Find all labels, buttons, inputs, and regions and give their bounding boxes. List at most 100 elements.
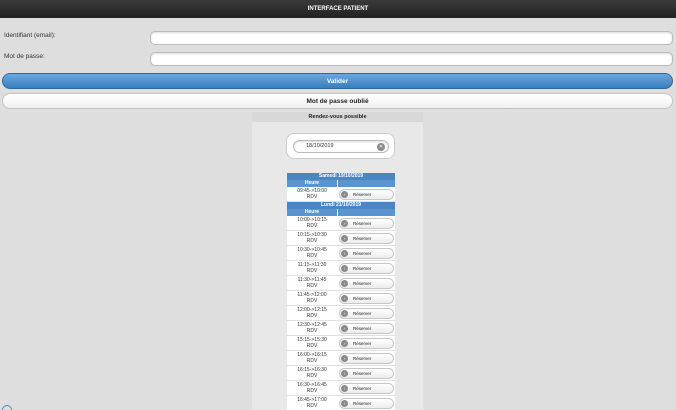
slot-action: › Réserver	[337, 396, 395, 410]
reserve-button[interactable]: › Réserver	[339, 382, 394, 394]
chevron-circle-icon: ›	[341, 399, 348, 407]
slot-action: › Réserver	[337, 336, 395, 350]
slot-row: 10:15->10:30 RDV › Réserver	[287, 231, 395, 246]
slot-row: 16:15->16:30 RDV › Réserver	[287, 366, 395, 381]
slot-status: RDV	[306, 313, 318, 319]
appointments-title: Rendez-vous possible	[252, 112, 423, 122]
password-field[interactable]	[150, 52, 673, 66]
slot-time: 11:45->12:00 RDV	[287, 291, 337, 305]
slot-time: 12:30->12:45 RDV	[287, 321, 337, 335]
chevron-circle-icon: ›	[341, 339, 348, 347]
chevron-circle-icon: ›	[341, 264, 348, 272]
slot-row: 09:45->10:00 RDV › Réserver	[287, 187, 395, 202]
slot-action: › Réserver	[337, 366, 395, 380]
reserve-button[interactable]: › Réserver	[339, 307, 394, 319]
chevron-circle-icon: ›	[341, 354, 348, 362]
slot-row: 11:15->11:30 RDV › Réserver	[287, 261, 395, 276]
slot-action: › Réserver	[337, 276, 395, 290]
slots-table: Samedi 19/10/2019 Heure 09:45->10:00 RDV › Ré…	[287, 173, 395, 410]
slot-status: RDV	[306, 388, 318, 394]
chevron-circle-icon: ›	[341, 279, 348, 287]
reserve-button[interactable]: › Réserver	[339, 217, 394, 229]
slot-status: RDV	[306, 358, 318, 364]
slot-action: › Réserver	[337, 246, 395, 260]
slot-status: RDV	[306, 373, 318, 379]
action-column-header	[337, 180, 395, 187]
slot-row: 11:45->12:00 RDV › Réserver	[287, 291, 395, 306]
slot-time: 12:00->12:15 RDV	[287, 306, 337, 320]
slot-status: RDV	[306, 328, 318, 334]
slot-time: 10:30->10:45 RDV	[287, 246, 337, 260]
action-column-header	[337, 209, 395, 216]
slot-action: › Réserver	[337, 351, 395, 365]
slot-time: 10:15->10:30 RDV	[287, 231, 337, 245]
reserve-button[interactable]: › Réserver	[339, 292, 394, 304]
slot-row: 10:00->10:15 RDV › Réserver	[287, 216, 395, 231]
slot-action: › Réserver	[337, 291, 395, 305]
slot-row: 15:15->15:30 RDV › Réserver	[287, 336, 395, 351]
forgot-password-button[interactable]: Mot de passe oublié	[2, 93, 673, 109]
reserve-label: Réserver	[353, 191, 372, 197]
slot-status: RDV	[306, 194, 318, 200]
slot-time: 15:15->15:30 RDV	[287, 336, 337, 350]
reserve-label: Réserver	[353, 325, 372, 331]
slot-row: 10:30->10:45 RDV › Réserver	[287, 246, 395, 261]
reserve-label: Réserver	[353, 295, 372, 301]
email-label: Identifiant (email):	[4, 32, 56, 39]
chevron-circle-icon: ›	[341, 294, 348, 302]
hour-column-header: Heure	[287, 209, 337, 216]
reserve-label: Réserver	[353, 235, 372, 241]
reserve-button[interactable]: › Réserver	[339, 367, 394, 379]
reserve-label: Réserver	[353, 310, 372, 316]
validate-button[interactable]: Valider	[2, 73, 673, 89]
page-title-bar: INTERFACE PATIENT	[0, 0, 676, 18]
bottom-circle-icon[interactable]	[2, 405, 12, 410]
chevron-circle-icon: ›	[341, 369, 348, 377]
reserve-button[interactable]: › Réserver	[339, 397, 394, 409]
slot-row: 11:30->11:45 RDV › Réserver	[287, 276, 395, 291]
email-field[interactable]	[150, 31, 673, 45]
reserve-label: Réserver	[353, 220, 372, 226]
slot-action: › Réserver	[337, 381, 395, 395]
slot-action: › Réserver	[337, 321, 395, 335]
chevron-circle-icon: ›	[341, 384, 348, 392]
reserve-button[interactable]: › Réserver	[339, 322, 394, 334]
slot-status: RDV	[306, 268, 318, 274]
date-input[interactable]: 18/10/2019	[293, 140, 389, 153]
slot-action: › Réserver	[337, 216, 395, 230]
slot-time: 10:00->10:15 RDV	[287, 216, 337, 230]
slot-row: 16:30->16:45 RDV › Réserver	[287, 381, 395, 396]
chevron-circle-icon: ›	[341, 219, 348, 227]
slot-action: › Réserver	[337, 187, 395, 201]
reserve-button[interactable]: › Réserver	[339, 247, 394, 259]
slot-row: 12:30->12:45 RDV › Réserver	[287, 321, 395, 336]
slot-status: RDV	[306, 283, 318, 289]
reserve-button[interactable]: › Réserver	[339, 352, 394, 364]
column-header: Heure	[287, 209, 395, 216]
slot-status: RDV	[306, 343, 318, 349]
slot-action: › Réserver	[337, 231, 395, 245]
reserve-label: Réserver	[353, 370, 372, 376]
reserve-button[interactable]: › Réserver	[339, 188, 394, 200]
reserve-button[interactable]: › Réserver	[339, 262, 394, 274]
chevron-circle-icon: ›	[341, 249, 348, 257]
slot-status: RDV	[306, 253, 318, 259]
page-title: INTERFACE PATIENT	[307, 6, 369, 12]
slot-time: 16:15->16:30 RDV	[287, 366, 337, 380]
reserve-label: Réserver	[353, 355, 372, 361]
reserve-label: Réserver	[353, 280, 372, 286]
reserve-button[interactable]: › Réserver	[339, 277, 394, 289]
slot-time: 11:30->11:45 RDV	[287, 276, 337, 290]
reserve-label: Réserver	[353, 400, 372, 406]
slot-action: › Réserver	[337, 261, 395, 275]
slot-time: 16:30->16:45 RDV	[287, 381, 337, 395]
chevron-circle-icon: ›	[341, 234, 348, 242]
slot-status: RDV	[306, 298, 318, 304]
chevron-circle-icon: ›	[341, 324, 348, 332]
clear-icon[interactable]: ✕	[377, 143, 385, 151]
day-header: Lundi 21/10/2019	[287, 202, 395, 209]
slot-time: 11:15->11:30 RDV	[287, 261, 337, 275]
reserve-button[interactable]: › Réserver	[339, 337, 394, 349]
reserve-button[interactable]: › Réserver	[339, 232, 394, 244]
reserve-label: Réserver	[353, 385, 372, 391]
